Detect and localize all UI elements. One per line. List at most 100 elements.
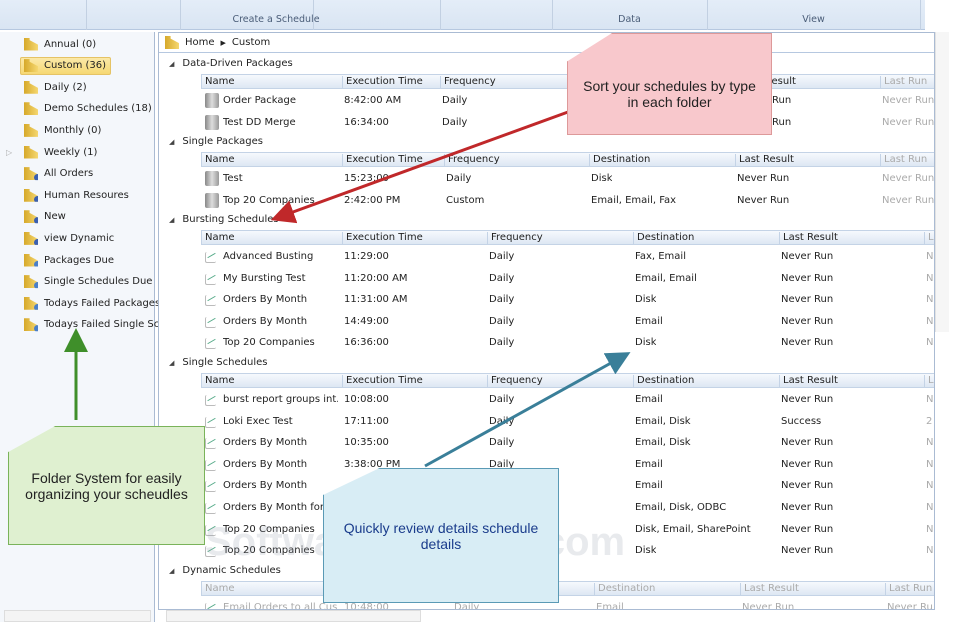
column-header[interactable]: L	[924, 232, 934, 244]
cell: 2	[926, 415, 933, 427]
cell: 11:29:00	[344, 251, 389, 262]
table-row[interactable]: Orders By Month for M Email, Disk, ODBC Ne…	[201, 498, 934, 518]
table-row[interactable]: Orders By Month 10:35:00 Daily Email, Disk N…	[201, 433, 934, 453]
column-header[interactable]: Execution Time	[342, 375, 423, 387]
cell: Never Run	[781, 545, 834, 557]
cell: 17:11:00	[344, 415, 389, 427]
column-header[interactable]: Frequency	[487, 375, 543, 387]
column-header[interactable]: Name	[202, 154, 235, 166]
report-icon	[205, 481, 216, 493]
folder-item[interactable]: Demo Schedules (18)	[24, 100, 156, 118]
column-header[interactable]: Last Run	[885, 583, 932, 595]
smart-folder-icon	[24, 275, 38, 289]
column-header[interactable]: Execution Time	[342, 76, 423, 88]
column-header[interactable]: Name	[202, 583, 235, 595]
cell: Email, Email, Fax	[591, 195, 677, 206]
column-header[interactable]: Execution Time	[342, 154, 423, 166]
column-header[interactable]: Destination	[589, 154, 650, 166]
folder-item[interactable]: Todays Failed Packages	[24, 294, 164, 312]
column-header[interactable]: Last Result	[779, 375, 838, 387]
column-header[interactable]: Name	[202, 375, 235, 387]
cell: Daily	[489, 315, 515, 327]
column-header[interactable]: Destination	[633, 375, 694, 387]
folder-item[interactable]: All Orders	[24, 165, 97, 183]
table-row[interactable]: Orders By Month 11:31:00 AM Daily Disk Never…	[201, 290, 934, 310]
section-title[interactable]: Data-Driven Packages	[169, 58, 292, 69]
folder-icon	[165, 36, 179, 49]
folder-item[interactable]: view Dynamic	[24, 229, 118, 247]
folder-label: Single Schedules Due	[44, 276, 153, 288]
table-row[interactable]: Orders By Month 3:38:00 PM Daily Email Never…	[201, 455, 934, 475]
horizontal-scrollbar[interactable]	[166, 610, 421, 622]
column-header[interactable]: Last Run	[880, 154, 927, 166]
folder-item[interactable]: Weekly (1)	[24, 143, 101, 161]
cell: 16:36:00	[344, 337, 389, 349]
column-header[interactable]: Destination	[594, 583, 655, 595]
dynamic-folder-icon	[24, 231, 38, 245]
section-title[interactable]: Bursting Schedules	[169, 214, 278, 225]
table-row[interactable]: Test 15:23:00 Daily Disk Never Run Never Run	[201, 169, 935, 189]
section-title[interactable]: Dynamic Schedules	[169, 565, 280, 576]
cell: Never Run	[882, 173, 935, 184]
cell: My Bursting Test	[223, 272, 306, 284]
column-header[interactable]: Last Run	[880, 76, 927, 88]
folder-item[interactable]: Custom (36)	[20, 56, 112, 75]
table-row[interactable]: burst report groups int... 10:08:00 Daily E…	[201, 390, 934, 410]
table-row[interactable]: Advanced Busting 11:29:00 Daily Fax, Email N…	[201, 247, 934, 267]
table-header: Name Execution Time Frequency Destination La…	[201, 152, 934, 167]
breadcrumb-home[interactable]: Home	[185, 37, 215, 48]
folder-item[interactable]: Packages Due	[24, 251, 118, 269]
folder-label: Human Resoures	[44, 189, 129, 201]
cell: Test DD Merge	[223, 117, 296, 128]
table-row[interactable]: Loki Exec Test 17:11:00 Daily Email, Disk Su…	[201, 412, 934, 432]
cell: Never Run	[882, 195, 935, 206]
folder-item[interactable]: Monthly (0)	[24, 121, 105, 139]
cell: Top 20 Companies	[223, 523, 315, 535]
vertical-scrollbar[interactable]	[935, 32, 949, 332]
column-header[interactable]: L	[924, 375, 934, 387]
cell: 15:23:00	[344, 173, 389, 184]
section-title[interactable]: Single Schedules	[169, 357, 267, 368]
column-header[interactable]: Destination	[633, 232, 694, 244]
column-header[interactable]: Execution Time	[342, 232, 423, 244]
report-icon	[205, 603, 216, 609]
table-row[interactable]: Top 20 Companies 2:42:00 PM Custom Email, E…	[201, 191, 935, 211]
cell: 10:08:00	[344, 394, 389, 405]
folder-item[interactable]: Human Resoures	[24, 186, 133, 204]
table-header: Name Destination Last Result Last Run	[201, 581, 934, 596]
column-header[interactable]: Name	[202, 232, 235, 244]
expand-arrow-icon[interactable]: ▷	[6, 148, 12, 157]
column-header[interactable]: Last Result	[779, 232, 838, 244]
cell: Daily	[442, 117, 468, 128]
table-row[interactable]: My Bursting Test 11:20:00 AM Daily Email, E…	[201, 269, 934, 289]
report-icon	[205, 416, 216, 428]
cell: Order Package	[223, 95, 297, 106]
column-header[interactable]: Name	[202, 76, 235, 88]
folder-item[interactable]: New	[24, 208, 70, 226]
folder-tree-horizontal-scrollbar[interactable]	[4, 610, 151, 622]
folder-item[interactable]: Annual (0)	[24, 35, 100, 53]
folder-item[interactable]: Daily (2)	[24, 78, 91, 96]
table-row[interactable]: Orders By Month 14:49:00 Daily Email Never R…	[201, 312, 934, 332]
cell: Never Run	[781, 437, 834, 449]
column-header[interactable]: Frequency	[487, 232, 543, 244]
cell: 11:20:00 AM	[344, 272, 408, 284]
table-row[interactable]: Orders By Month Email Never Run N	[201, 476, 934, 496]
column-header[interactable]: Last Result	[740, 583, 799, 595]
table-row[interactable]: Email Orders to all Cus 10:48:00 Daily Emai…	[201, 598, 934, 609]
folder-item[interactable]: Todays Failed Single Sc	[24, 316, 163, 334]
cell: N	[926, 394, 934, 405]
column-header[interactable]: Frequency	[440, 76, 496, 88]
cell: N	[926, 337, 934, 349]
table-row[interactable]: Top 20 Companies Disk Never Run N	[201, 541, 934, 561]
column-header[interactable]: Frequency	[444, 154, 500, 166]
table-header: Name Execution Time Frequency Destination La…	[201, 230, 934, 245]
section-title[interactable]: Single Packages	[169, 136, 263, 147]
table-row[interactable]: Top 20 Companies 16:36:00 Daily Disk Never R…	[201, 333, 934, 353]
column-header[interactable]: Last Result	[735, 154, 794, 166]
folder-item[interactable]: Single Schedules Due	[24, 273, 156, 291]
table-row[interactable]: Top 20 Companies Disk, Email, SharePoint N…	[201, 520, 934, 540]
breadcrumb-custom[interactable]: Custom	[232, 37, 270, 48]
cell: Orders By Month for M	[223, 502, 336, 513]
report-icon	[205, 395, 216, 406]
